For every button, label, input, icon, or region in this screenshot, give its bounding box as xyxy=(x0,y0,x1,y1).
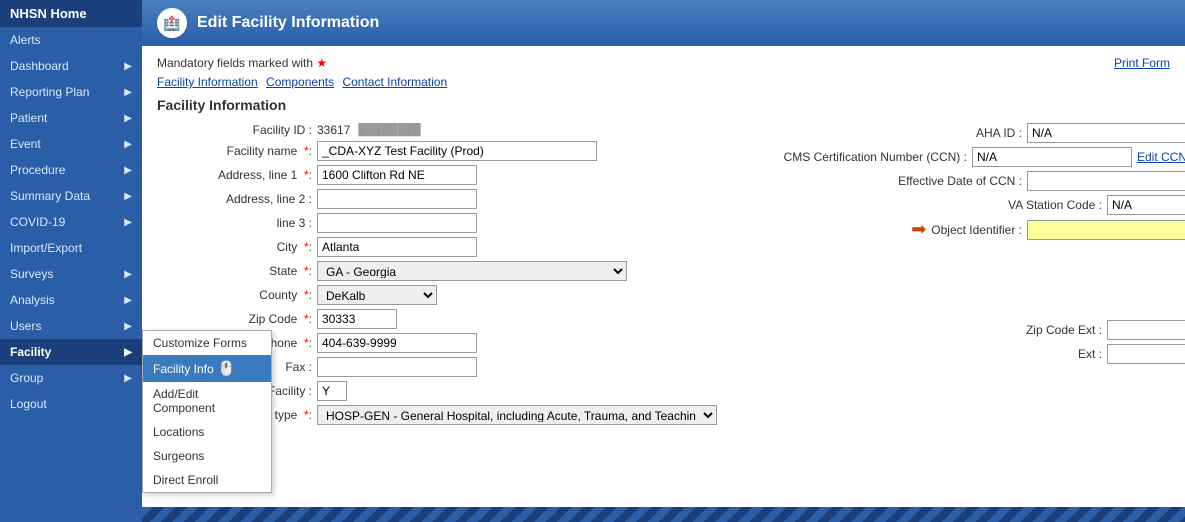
line3-row: line 3 : xyxy=(157,213,717,233)
state-row: State *: GA - Georgia AL - Alabama FL - … xyxy=(157,261,717,281)
address2-input[interactable] xyxy=(317,189,477,209)
dropdown-direct-enroll[interactable]: Direct Enroll xyxy=(143,468,271,492)
main-content: 🏥 Edit Facility Information Print Form M… xyxy=(142,0,1185,522)
object-identifier-row: ➡ Object Identifier : xyxy=(737,219,1185,240)
sidebar-item-event[interactable]: Event▶ xyxy=(0,131,142,157)
zip-ext-input[interactable] xyxy=(1107,320,1185,340)
facility-id-redacted: ████████ xyxy=(358,124,420,136)
county-select[interactable]: DeKalb Fulton Gwinnett xyxy=(317,285,437,305)
contact-info-link[interactable]: Contact Information xyxy=(342,75,447,89)
cms-row: CMS Certification Number (CCN) : Edit CC… xyxy=(737,147,1185,167)
dropdown-customize-forms[interactable]: Customize Forms xyxy=(143,331,271,355)
dropdown-locations[interactable]: Locations xyxy=(143,420,271,444)
facility-type-select[interactable]: HOSP-GEN - General Hospital, including A… xyxy=(317,405,717,425)
effective-date-input[interactable] xyxy=(1027,171,1185,191)
address2-row: Address, line 2 : xyxy=(157,189,717,209)
zipcode-input[interactable] xyxy=(317,309,397,329)
facility-id-label: Facility ID : xyxy=(157,123,317,137)
aha-id-label: AHA ID : xyxy=(976,126,1027,140)
zipcode-row: Zip Code *: xyxy=(157,309,717,329)
facility-dropdown-menu: Customize Forms Facility Info 🖱️ Add/Edi… xyxy=(142,330,272,493)
right-column: AHA ID : CMS Certification Number (CCN) … xyxy=(737,123,1185,429)
county-label: County *: xyxy=(157,288,317,302)
facility-name-input[interactable] xyxy=(317,141,597,161)
dropdown-surgeons[interactable]: Surgeons xyxy=(143,444,271,468)
ext-input[interactable] xyxy=(1107,344,1185,364)
required-marker: ★ xyxy=(316,56,327,70)
facility-name-label: Facility name *: xyxy=(157,144,317,158)
sidebar-header: NHSN Home xyxy=(0,0,142,27)
breadcrumb-links: Facility Information Components Contact … xyxy=(157,75,1170,89)
county-row: County *: DeKalb Fulton Gwinnett xyxy=(157,285,717,305)
zip-ext-label: Zip Code Ext : xyxy=(1026,323,1107,337)
sidebar-item-import-export[interactable]: Import/Export xyxy=(0,235,142,261)
page-header: 🏥 Edit Facility Information xyxy=(142,0,1185,46)
facility-y-input[interactable] xyxy=(317,381,347,401)
facility-id-row: Facility ID : 33617 ████████ xyxy=(157,123,717,137)
address2-label: Address, line 2 : xyxy=(157,192,317,206)
address1-label: Address, line 1 *: xyxy=(157,168,317,182)
va-station-input[interactable] xyxy=(1107,195,1185,215)
wave-bottom xyxy=(142,507,1185,522)
mandatory-note: Mandatory fields marked with ★ xyxy=(157,56,1170,70)
zipcode-label: Zip Code *: xyxy=(157,312,317,326)
effective-date-label: Effective Date of CCN : xyxy=(898,174,1027,188)
sidebar-item-covid[interactable]: COVID-19▶ xyxy=(0,209,142,235)
facility-info-link[interactable]: Facility Information xyxy=(157,75,258,89)
city-row: City *: xyxy=(157,237,717,257)
sidebar-item-logout[interactable]: Logout xyxy=(0,391,142,417)
edit-ccn-link[interactable]: Edit CCN xyxy=(1137,150,1185,164)
form-layout: Facility ID : 33617 ████████ Facility na… xyxy=(157,123,1170,429)
components-link[interactable]: Components xyxy=(266,75,334,89)
facility-icon: 🏥 xyxy=(157,8,187,38)
sidebar-item-facility[interactable]: Facility▶ xyxy=(0,339,142,365)
zip-ext-area: Zip Code Ext : Ext : xyxy=(737,320,1185,364)
object-identifier-label: ➡ Object Identifier : xyxy=(911,219,1027,240)
dropdown-facility-info[interactable]: Facility Info 🖱️ xyxy=(143,355,271,382)
facility-id-value: 33617 xyxy=(317,123,350,137)
ext-row: Ext : xyxy=(737,344,1185,364)
va-station-row: VA Station Code : xyxy=(737,195,1185,215)
line3-input[interactable] xyxy=(317,213,477,233)
page-title: Edit Facility Information xyxy=(197,14,379,32)
cms-input[interactable] xyxy=(972,147,1132,167)
arrow-indicator: ➡ xyxy=(911,219,926,240)
phone-input[interactable] xyxy=(317,333,477,353)
cms-label: CMS Certification Number (CCN) : xyxy=(784,150,972,164)
sidebar-item-procedure[interactable]: Procedure▶ xyxy=(0,157,142,183)
state-label: State *: xyxy=(157,264,317,278)
sidebar-item-summary-data[interactable]: Summary Data▶ xyxy=(0,183,142,209)
sidebar-item-surveys[interactable]: Surveys▶ xyxy=(0,261,142,287)
sidebar: NHSN Home Alerts Dashboard▶ Reporting Pl… xyxy=(0,0,142,522)
city-label: City *: xyxy=(157,240,317,254)
city-input[interactable] xyxy=(317,237,477,257)
section-title: Facility Information xyxy=(157,97,1170,113)
aha-id-row: AHA ID : xyxy=(737,123,1185,143)
sidebar-item-analysis[interactable]: Analysis▶ xyxy=(0,287,142,313)
sidebar-item-alerts[interactable]: Alerts xyxy=(0,27,142,53)
va-station-label: VA Station Code : xyxy=(1008,198,1107,212)
sidebar-item-group[interactable]: Group▶ xyxy=(0,365,142,391)
sidebar-item-reporting-plan[interactable]: Reporting Plan▶ xyxy=(0,79,142,105)
effective-date-row: Effective Date of CCN : xyxy=(737,171,1185,191)
facility-name-row: Facility name *: xyxy=(157,141,717,161)
sidebar-item-patient[interactable]: Patient▶ xyxy=(0,105,142,131)
address1-row: Address, line 1 *: xyxy=(157,165,717,185)
sidebar-item-dashboard[interactable]: Dashboard▶ xyxy=(0,53,142,79)
fax-input[interactable] xyxy=(317,357,477,377)
sidebar-item-users[interactable]: Users▶ xyxy=(0,313,142,339)
aha-id-input[interactable] xyxy=(1027,123,1185,143)
object-identifier-input[interactable] xyxy=(1027,220,1185,240)
dropdown-add-edit-component[interactable]: Add/Edit Component xyxy=(143,382,271,420)
line3-label: line 3 : xyxy=(157,216,317,230)
ext-label: Ext : xyxy=(1078,347,1107,361)
print-form-link[interactable]: Print Form xyxy=(1114,56,1170,70)
content-area: Print Form Mandatory fields marked with … xyxy=(142,46,1185,507)
zip-ext-row: Zip Code Ext : xyxy=(737,320,1185,340)
state-select[interactable]: GA - Georgia AL - Alabama FL - Florida xyxy=(317,261,627,281)
address1-input[interactable] xyxy=(317,165,477,185)
